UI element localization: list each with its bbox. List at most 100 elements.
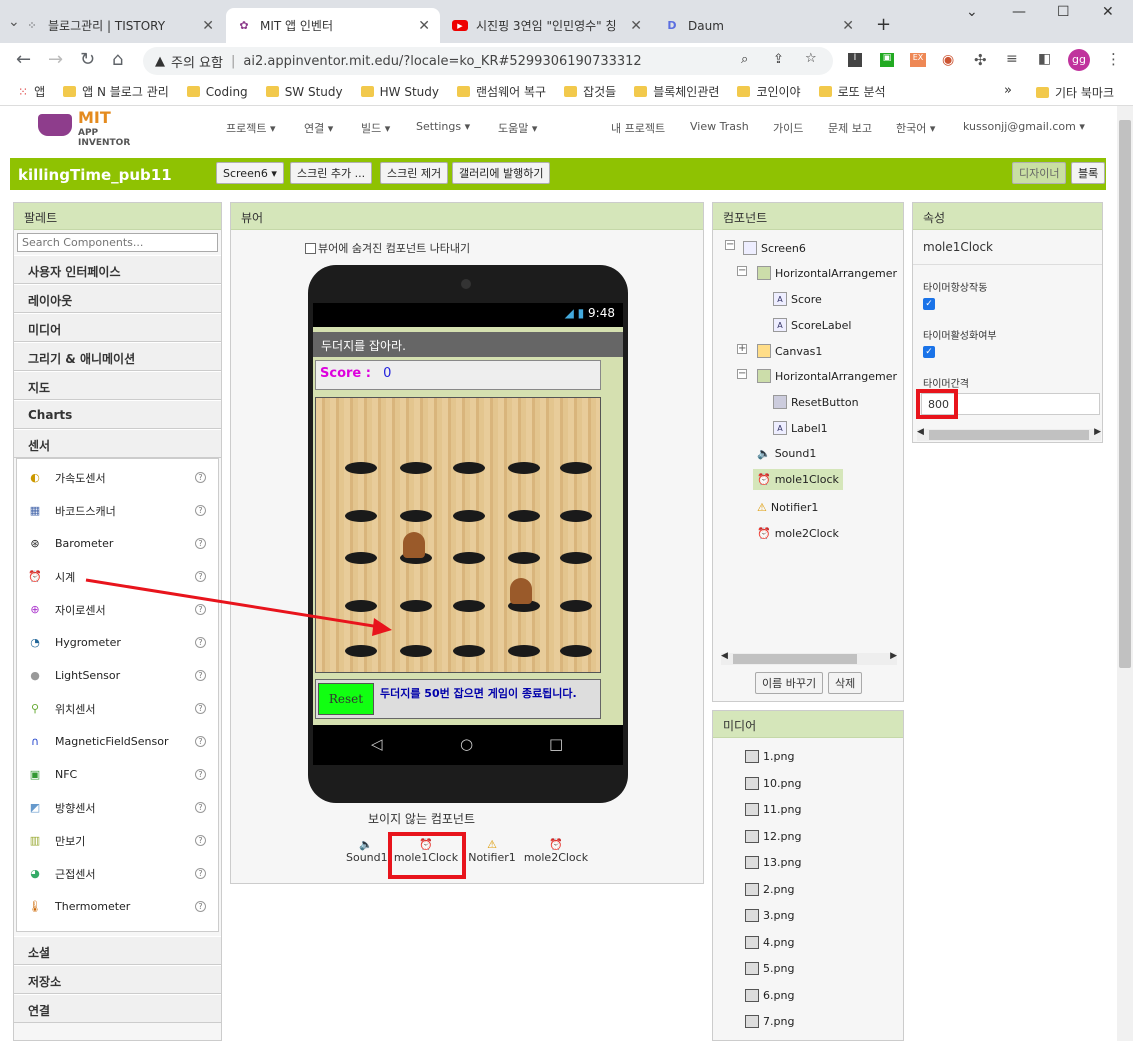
scroll-right-icon[interactable]: ▶ [1094,427,1101,437]
menu-my-projects[interactable]: 내 프로젝트 [611,120,665,136]
minimize-icon[interactable]: — [1012,4,1026,20]
zoom-icon[interactable]: ⌕ [741,52,748,67]
help-icon[interactable]: ? [195,736,206,747]
back-icon[interactable]: ← [16,49,31,70]
extension-icon[interactable]: EX [910,53,926,67]
palette-item-barometer[interactable]: ⊛ Barometer? [17,527,218,560]
palette-item-orientation[interactable]: ◩ 방향센서? [17,791,218,824]
palette-item-location[interactable]: ⚲ 위치센서? [17,692,218,725]
bookmark-item[interactable]: 로또 분석 [818,83,886,100]
tree-horizontalarrangement1[interactable]: HorizontalArrangemer [757,266,897,280]
media-file[interactable]: 7.png [745,1015,794,1028]
mit-logo[interactable]: MIT APP INVENTOR [38,108,150,148]
media-file[interactable]: 2.png [745,883,794,896]
timer-always-fires-checkbox[interactable]: ✓ [923,298,935,310]
help-icon[interactable]: ? [195,571,206,582]
publish-gallery-button[interactable]: 갤러리에 발행하기 [452,162,551,184]
star-icon[interactable]: ☆ [805,51,817,66]
category-ui[interactable]: 사용자 인터페이스 [14,255,221,284]
palette-item-nfc[interactable]: ▣ NFC? [17,758,218,791]
menu-guide[interactable]: 가이드 [773,120,803,136]
menu-view-trash[interactable]: View Trash [690,120,749,133]
category-charts[interactable]: Charts [14,400,221,429]
media-file[interactable]: 3.png [745,909,794,922]
window-close-icon[interactable]: ✕ [1102,4,1114,20]
mole-sprite[interactable] [403,532,425,558]
category-layout[interactable]: 레이아웃 [14,284,221,313]
blocks-button[interactable]: 블록 [1071,162,1106,184]
scroll-right-icon[interactable]: ▶ [890,651,897,661]
media-file[interactable]: 6.png [745,989,794,1002]
palette-item-lightsensor[interactable]: ● LightSensor? [17,659,218,692]
bookmark-item[interactable]: 블록체인관련 [634,83,719,100]
bookmark-item[interactable]: 랜섬웨어 복구 [457,83,546,100]
reload-icon[interactable]: ↻ [80,49,95,70]
bookmark-item[interactable]: Coding [186,85,248,99]
palette-item-thermometer[interactable]: 🌡 Thermometer? [17,890,218,923]
media-file[interactable]: 10.png [745,777,801,790]
sidepanel-icon[interactable]: ◧ [1038,51,1051,67]
close-icon[interactable]: ✕ [202,18,214,34]
home-icon[interactable]: ⌂ [112,49,123,70]
expand-icon[interactable]: + [737,344,747,354]
tree-canvas1[interactable]: Canvas1 [757,344,822,358]
scroll-left-icon[interactable]: ◀ [721,651,728,661]
scrollbar-thumb[interactable] [733,654,857,664]
help-icon[interactable]: ? [195,472,206,483]
search-input[interactable] [17,233,218,252]
collapse-icon[interactable]: − [725,240,735,250]
tab-news[interactable]: ▶ 시진핑 3연임 "인민영수" 칭 ✕ [442,8,652,43]
palette-item-gyroscope[interactable]: ⊕ 자이로센서? [17,593,218,626]
extension-icon[interactable]: ▣ [880,53,894,67]
palette-item-magnetic[interactable]: ∩ MagneticFieldSensor? [17,725,218,758]
game-canvas[interactable] [315,397,601,673]
reset-button[interactable]: Reset [318,683,374,715]
help-icon[interactable]: ? [195,637,206,648]
extension-icon[interactable]: I [848,53,862,67]
show-hidden-checkbox-row[interactable]: 뷰어에 숨겨진 컴포넌트 나타내기 [305,240,470,256]
more-bookmarks-icon[interactable]: » [1004,83,1012,98]
tree-sound1[interactable]: 🔈 Sound1 [757,447,816,460]
recents-icon[interactable]: □ [549,735,563,753]
delete-button[interactable]: 삭제 [828,672,863,694]
close-icon[interactable]: ✕ [630,18,642,34]
nonvisible-notifier1[interactable]: ⚠ Notifier1 [467,838,517,864]
kebab-menu-icon[interactable]: ⋮ [1106,50,1121,68]
category-maps[interactable]: 지도 [14,371,221,400]
add-screen-button[interactable]: 스크린 추가 ... [290,162,373,184]
new-tab-icon[interactable]: + [876,14,891,35]
nonvisible-sound1[interactable]: 🔈 Sound1 [346,838,388,864]
help-icon[interactable]: ? [195,901,206,912]
share-icon[interactable]: ⇪ [773,52,784,67]
profile-avatar[interactable]: gg [1068,49,1090,71]
forward-icon[interactable]: → [48,49,63,70]
menu-account[interactable]: kussonjj@gmail.com ▾ [963,120,1085,133]
tree-notifier1[interactable]: ⚠ Notifier1 [757,501,818,514]
menu-language[interactable]: 한국어 ▾ [896,120,935,136]
help-icon[interactable]: ? [195,802,206,813]
help-icon[interactable]: ? [195,868,206,879]
nonvisible-mole2clock[interactable]: ⏰ mole2Clock [521,838,591,864]
bookmark-item[interactable]: 코인이야 [737,83,801,100]
bookmark-item[interactable]: 잡것들 [564,83,616,100]
menu-build[interactable]: 빌드 ▾ [361,120,390,136]
help-icon[interactable]: ? [195,670,206,681]
extension-icon[interactable]: ◉ [942,52,954,68]
menu-project[interactable]: 프로젝트 ▾ [226,120,276,136]
tab-appinventor[interactable]: ✿ MIT 앱 인벤터 ✕ [226,8,440,43]
scroll-left-icon[interactable]: ◀ [917,427,924,437]
palette-item-barcode[interactable]: ▦ 바코드스캐너? [17,494,218,527]
tree-horizontalarrangement2[interactable]: HorizontalArrangemer [757,369,897,383]
palette-item-clock[interactable]: ⏰ 시계? [17,560,218,593]
tree-score[interactable]: A Score [773,292,822,306]
palette-item-accelerometer[interactable]: ◐ 가속도센서? [17,461,218,494]
menu-connect[interactable]: 연결 ▾ [304,120,333,136]
tree-resetbutton[interactable]: ResetButton [773,395,859,409]
home-icon[interactable]: ○ [460,735,473,753]
close-icon[interactable]: ✕ [418,18,430,34]
media-file[interactable]: 4.png [745,936,794,949]
tree-mole2clock[interactable]: ⏰ mole2Clock [757,527,839,540]
page-scrollbar[interactable] [1117,106,1133,1041]
show-hidden-checkbox[interactable] [305,242,316,254]
scrollbar-thumb[interactable] [1119,120,1131,668]
